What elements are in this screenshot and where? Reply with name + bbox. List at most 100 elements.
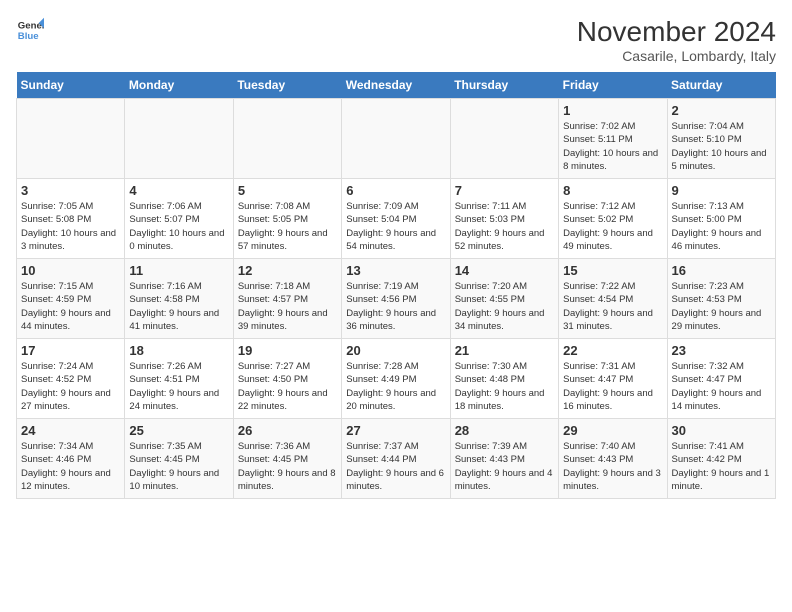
day-number: 8 [563, 183, 662, 198]
calendar-cell: 1 Sunrise: 7:02 AM Sunset: 5:11 PM Daylig… [559, 99, 667, 179]
calendar-cell: 25 Sunrise: 7:35 AM Sunset: 4:45 PM Dayli… [125, 419, 233, 499]
logo-icon: General Blue [16, 16, 44, 44]
day-info: Sunrise: 7:12 AM Sunset: 5:02 PM Dayligh… [563, 200, 662, 253]
calendar-cell: 28 Sunrise: 7:39 AM Sunset: 4:43 PM Dayli… [450, 419, 558, 499]
day-info: Sunrise: 7:13 AM Sunset: 5:00 PM Dayligh… [672, 200, 771, 253]
calendar-cell: 16 Sunrise: 7:23 AM Sunset: 4:53 PM Dayli… [667, 259, 775, 339]
day-info: Sunrise: 7:36 AM Sunset: 4:45 PM Dayligh… [238, 440, 337, 493]
day-number: 19 [238, 343, 337, 358]
day-number: 27 [346, 423, 445, 438]
day-number: 20 [346, 343, 445, 358]
day-number: 1 [563, 103, 662, 118]
calendar-cell: 9Sunrise: 7:13 AM Sunset: 5:00 PM Daylig… [667, 179, 775, 259]
day-number: 11 [129, 263, 228, 278]
day-number: 28 [455, 423, 554, 438]
calendar-week-row: 10Sunrise: 7:15 AM Sunset: 4:59 PM Dayli… [17, 259, 776, 339]
day-info: Sunrise: 7:16 AM Sunset: 4:58 PM Dayligh… [129, 280, 228, 333]
calendar-cell: 17Sunrise: 7:24 AM Sunset: 4:52 PM Dayli… [17, 339, 125, 419]
day-info: Sunrise: 7:18 AM Sunset: 4:57 PM Dayligh… [238, 280, 337, 333]
day-number: 6 [346, 183, 445, 198]
title-block: November 2024 Casarile, Lombardy, Italy [577, 16, 776, 64]
day-number: 7 [455, 183, 554, 198]
calendar-cell: 4 Sunrise: 7:06 AM Sunset: 5:07 PM Daylig… [125, 179, 233, 259]
weekday-header-cell: Wednesday [342, 72, 450, 99]
calendar-cell [233, 99, 341, 179]
day-info: Sunrise: 7:23 AM Sunset: 4:53 PM Dayligh… [672, 280, 771, 333]
calendar-week-row: 17Sunrise: 7:24 AM Sunset: 4:52 PM Dayli… [17, 339, 776, 419]
day-number: 29 [563, 423, 662, 438]
weekday-header-cell: Tuesday [233, 72, 341, 99]
calendar-cell: 14 Sunrise: 7:20 AM Sunset: 4:55 PM Dayli… [450, 259, 558, 339]
day-info: Sunrise: 7:09 AM Sunset: 5:04 PM Dayligh… [346, 200, 445, 253]
calendar-cell: 29 Sunrise: 7:40 AM Sunset: 4:43 PM Dayli… [559, 419, 667, 499]
calendar-cell: 19Sunrise: 7:27 AM Sunset: 4:50 PM Dayli… [233, 339, 341, 419]
day-info: Sunrise: 7:31 AM Sunset: 4:47 PM Dayligh… [563, 360, 662, 413]
weekday-header-cell: Monday [125, 72, 233, 99]
day-info: Sunrise: 7:41 AM Sunset: 4:42 PM Dayligh… [672, 440, 771, 493]
day-info: Sunrise: 7:06 AM Sunset: 5:07 PM Dayligh… [129, 200, 228, 253]
calendar-cell: 2 Sunrise: 7:04 AM Sunset: 5:10 PM Daylig… [667, 99, 775, 179]
day-number: 12 [238, 263, 337, 278]
calendar-cell: 23Sunrise: 7:32 AM Sunset: 4:47 PM Dayli… [667, 339, 775, 419]
day-number: 14 [455, 263, 554, 278]
day-number: 26 [238, 423, 337, 438]
day-info: Sunrise: 7:11 AM Sunset: 5:03 PM Dayligh… [455, 200, 554, 253]
weekday-header-row: SundayMondayTuesdayWednesdayThursdayFrid… [17, 72, 776, 99]
day-info: Sunrise: 7:20 AM Sunset: 4:55 PM Dayligh… [455, 280, 554, 333]
logo: General Blue [16, 16, 44, 44]
weekday-header-cell: Sunday [17, 72, 125, 99]
calendar-cell: 10Sunrise: 7:15 AM Sunset: 4:59 PM Dayli… [17, 259, 125, 339]
calendar-week-row: 24 Sunrise: 7:34 AM Sunset: 4:46 PM Dayli… [17, 419, 776, 499]
day-number: 2 [672, 103, 771, 118]
calendar-cell: 13Sunrise: 7:19 AM Sunset: 4:56 PM Dayli… [342, 259, 450, 339]
calendar-cell: 12 Sunrise: 7:18 AM Sunset: 4:57 PM Dayli… [233, 259, 341, 339]
calendar-cell: 24 Sunrise: 7:34 AM Sunset: 4:46 PM Dayli… [17, 419, 125, 499]
calendar-cell: 22 Sunrise: 7:31 AM Sunset: 4:47 PM Dayli… [559, 339, 667, 419]
calendar-cell: 15 Sunrise: 7:22 AM Sunset: 4:54 PM Dayli… [559, 259, 667, 339]
calendar-cell: 6 Sunrise: 7:09 AM Sunset: 5:04 PM Daylig… [342, 179, 450, 259]
day-number: 17 [21, 343, 120, 358]
day-info: Sunrise: 7:39 AM Sunset: 4:43 PM Dayligh… [455, 440, 554, 493]
day-number: 15 [563, 263, 662, 278]
calendar-cell: 30 Sunrise: 7:41 AM Sunset: 4:42 PM Dayli… [667, 419, 775, 499]
day-info: Sunrise: 7:35 AM Sunset: 4:45 PM Dayligh… [129, 440, 228, 493]
calendar-week-row: 1 Sunrise: 7:02 AM Sunset: 5:11 PM Daylig… [17, 99, 776, 179]
calendar-cell: 3Sunrise: 7:05 AM Sunset: 5:08 PM Daylig… [17, 179, 125, 259]
day-info: Sunrise: 7:34 AM Sunset: 4:46 PM Dayligh… [21, 440, 120, 493]
calendar-cell [125, 99, 233, 179]
day-number: 16 [672, 263, 771, 278]
calendar-cell: 18 Sunrise: 7:26 AM Sunset: 4:51 PM Dayli… [125, 339, 233, 419]
calendar-cell: 20 Sunrise: 7:28 AM Sunset: 4:49 PM Dayli… [342, 339, 450, 419]
calendar-cell: 21Sunrise: 7:30 AM Sunset: 4:48 PM Dayli… [450, 339, 558, 419]
day-info: Sunrise: 7:15 AM Sunset: 4:59 PM Dayligh… [21, 280, 120, 333]
day-number: 22 [563, 343, 662, 358]
day-info: Sunrise: 7:22 AM Sunset: 4:54 PM Dayligh… [563, 280, 662, 333]
day-info: Sunrise: 7:04 AM Sunset: 5:10 PM Dayligh… [672, 120, 771, 173]
weekday-header-cell: Thursday [450, 72, 558, 99]
day-number: 4 [129, 183, 228, 198]
calendar-cell [450, 99, 558, 179]
day-info: Sunrise: 7:19 AM Sunset: 4:56 PM Dayligh… [346, 280, 445, 333]
day-number: 24 [21, 423, 120, 438]
calendar-cell: 26 Sunrise: 7:36 AM Sunset: 4:45 PM Dayli… [233, 419, 341, 499]
calendar-cell: 8 Sunrise: 7:12 AM Sunset: 5:02 PM Daylig… [559, 179, 667, 259]
day-number: 25 [129, 423, 228, 438]
calendar-cell: 27 Sunrise: 7:37 AM Sunset: 4:44 PM Dayli… [342, 419, 450, 499]
day-info: Sunrise: 7:02 AM Sunset: 5:11 PM Dayligh… [563, 120, 662, 173]
day-info: Sunrise: 7:40 AM Sunset: 4:43 PM Dayligh… [563, 440, 662, 493]
weekday-header-cell: Friday [559, 72, 667, 99]
month-title: November 2024 [577, 16, 776, 48]
calendar-week-row: 3Sunrise: 7:05 AM Sunset: 5:08 PM Daylig… [17, 179, 776, 259]
calendar-cell [342, 99, 450, 179]
calendar-cell: 11 Sunrise: 7:16 AM Sunset: 4:58 PM Dayli… [125, 259, 233, 339]
day-info: Sunrise: 7:26 AM Sunset: 4:51 PM Dayligh… [129, 360, 228, 413]
day-info: Sunrise: 7:37 AM Sunset: 4:44 PM Dayligh… [346, 440, 445, 493]
day-number: 3 [21, 183, 120, 198]
day-number: 30 [672, 423, 771, 438]
day-number: 21 [455, 343, 554, 358]
page-header: General Blue November 2024 Casarile, Lom… [16, 16, 776, 64]
calendar-body: 1 Sunrise: 7:02 AM Sunset: 5:11 PM Daylig… [17, 99, 776, 499]
day-info: Sunrise: 7:28 AM Sunset: 4:49 PM Dayligh… [346, 360, 445, 413]
calendar-cell: 7 Sunrise: 7:11 AM Sunset: 5:03 PM Daylig… [450, 179, 558, 259]
day-number: 18 [129, 343, 228, 358]
